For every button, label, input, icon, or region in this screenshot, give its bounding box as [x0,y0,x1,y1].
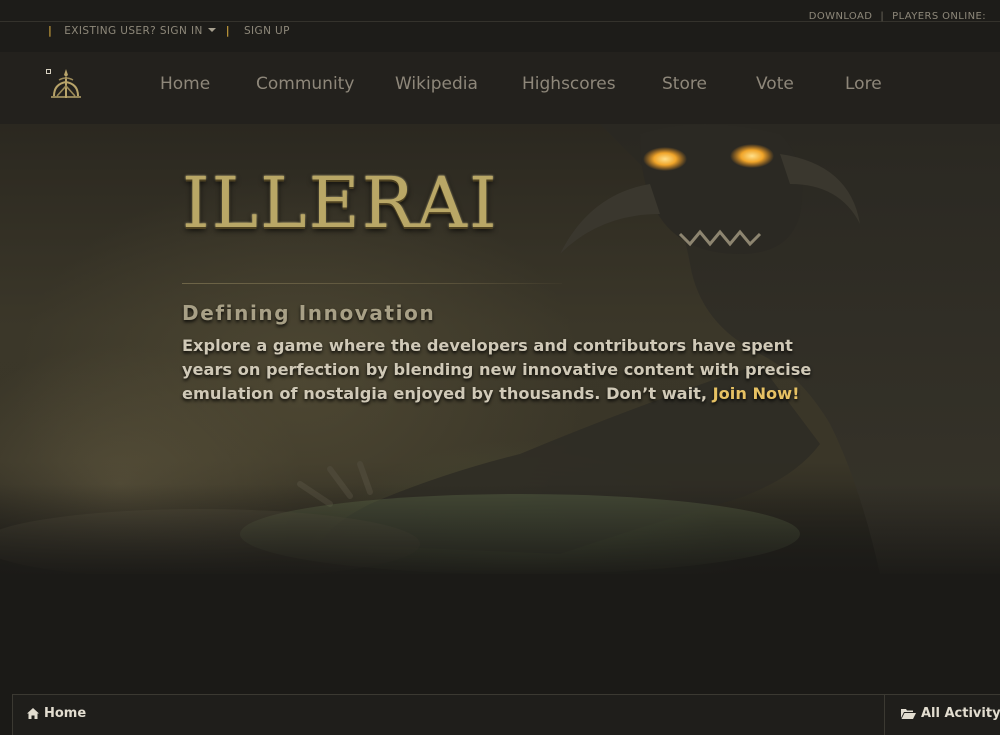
sign-up-link[interactable]: SIGN UP [244,25,290,37]
top-right-links: DOWNLOAD | PLAYERS ONLINE: [809,11,986,22]
title-divider [182,283,562,284]
hero-description: Explore a game where the developers and … [182,334,822,406]
pipe-divider: | [48,25,53,37]
account-links: | EXISTING USER? SIGN IN | SIGN UP [48,25,290,37]
illerai-emblem-icon [46,69,81,98]
folder-open-icon [901,709,916,719]
breadcrumb-bar: Home All Activity [12,694,1000,735]
all-activity-link[interactable]: All Activity [901,706,1000,721]
breadcrumb-divider [884,695,885,735]
game-title-logo: ILLERAI [182,162,499,244]
breadcrumb-home-label: Home [44,706,87,721]
nav-home[interactable]: Home [160,74,210,94]
sign-in-link[interactable]: EXISTING USER? SIGN IN [64,25,216,37]
home-icon [27,708,39,719]
nav-lore[interactable]: Lore [845,74,882,94]
nav-vote[interactable]: Vote [756,74,794,94]
all-activity-label: All Activity [921,706,1000,721]
nav-wikipedia[interactable]: Wikipedia [395,74,478,94]
breadcrumb-home[interactable]: Home [27,706,86,721]
caret-down-icon [207,28,216,32]
sign-in-label: EXISTING USER? SIGN IN [64,25,203,37]
site-logo[interactable] [46,66,86,100]
nav-store[interactable]: Store [662,74,707,94]
pipe-divider: | [225,25,230,37]
link-separator: | [880,11,885,22]
join-now-link[interactable]: Join Now! [713,384,800,403]
hero-tagline: Defining Innovation [182,301,436,325]
nav-community[interactable]: Community [256,74,354,94]
nav-highscores[interactable]: Highscores [522,74,616,94]
top-utility-bar: DOWNLOAD | PLAYERS ONLINE: | EXISTING USER?… [0,0,1000,52]
hero-banner: ILLERAI Defining Innovation Explore a ga… [0,124,1000,574]
download-link[interactable]: DOWNLOAD [809,11,873,22]
players-online-label: PLAYERS ONLINE: [892,11,986,22]
main-navigation: Home Community Wikipedia Highscores Stor… [0,52,1000,124]
